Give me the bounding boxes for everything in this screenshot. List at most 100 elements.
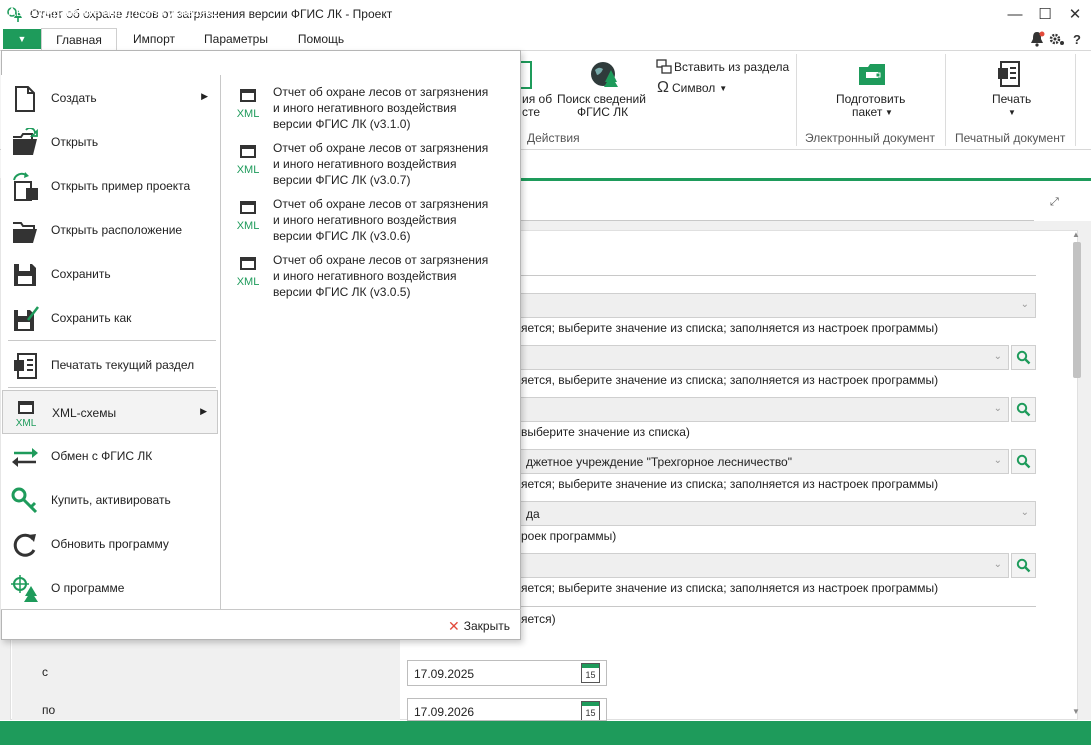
menu-item-create[interactable]: Создать ▶ <box>2 76 218 120</box>
menu-separator <box>8 387 216 388</box>
menu-item-print-section[interactable]: Печатать текущий раздел <box>2 343 218 387</box>
menu-item-save-as[interactable]: Сохранить как <box>2 296 218 340</box>
about-icon <box>11 575 38 602</box>
menu-item-label: Открыть <box>51 135 99 149</box>
combo-field-3[interactable]: ⌄ <box>520 397 1009 422</box>
menu-item-xml-schemas[interactable]: XML XML-схемы ▶ <box>2 390 218 434</box>
close-menu-button[interactable]: ✕ Закрыть <box>448 617 510 635</box>
prepare-package-button[interactable]: Подготовить пакет ▼ <box>820 56 922 126</box>
menu-item-label: XML-схемы <box>52 406 117 420</box>
print-section-icon <box>14 353 37 379</box>
maximize-button[interactable]: ☐ <box>1030 2 1060 26</box>
search-fgis-label-2: ФГИС ЛК <box>577 105 629 119</box>
print-button[interactable]: Печать ▼ <box>975 56 1045 126</box>
open-folder-icon <box>13 128 38 155</box>
bell-icon[interactable] <box>1028 30 1046 48</box>
chevron-down-icon: ▼ <box>1008 108 1016 117</box>
folder-icon <box>13 222 37 243</box>
collapse-arrows-icon[interactable]: ⤢ <box>1050 196 1059 209</box>
tab-import[interactable]: Импорт <box>124 28 184 50</box>
chevron-down-icon: ▼ <box>719 83 728 93</box>
search-button[interactable] <box>1011 397 1036 422</box>
search-button[interactable] <box>1011 449 1036 474</box>
combo-field-4[interactable]: джетное учреждение "Трехгорное лесничест… <box>520 449 1009 474</box>
combo-value: да <box>526 507 540 521</box>
symbol-button[interactable]: Ω Символ ▼ <box>657 79 727 97</box>
menu-separator <box>8 340 216 341</box>
status-bar <box>0 721 1091 745</box>
app-menu-header <box>2 51 520 75</box>
search-fgis-button[interactable]: Поиск сведений ФГИС ЛК <box>553 56 653 136</box>
svg-text:XML: XML <box>237 108 260 120</box>
xml-icon: XML <box>237 257 260 288</box>
menu-item-save[interactable]: Сохранить <box>2 252 218 296</box>
search-icon <box>1016 350 1031 365</box>
minimize-button[interactable]: — <box>1000 2 1030 26</box>
menu-item-about[interactable]: О программе <box>2 566 218 610</box>
menu-item-label: Сохранить <box>51 267 111 281</box>
field-hint: яется; выберите значение из списка; запо… <box>521 477 939 491</box>
app-menu-button[interactable]: ▼ <box>3 29 41 49</box>
omega-icon: Ω <box>657 79 669 96</box>
date-to-field[interactable]: 17.09.2026 15 <box>407 698 607 721</box>
new-document-icon <box>15 86 35 112</box>
chevron-right-icon: ▶ <box>200 406 207 416</box>
menu-item-label: Открыть пример проекта <box>51 179 191 193</box>
scroll-thumb[interactable] <box>1073 242 1081 378</box>
xml-schema-icon: XML <box>16 401 37 429</box>
ribbon-separator <box>796 54 797 146</box>
ribbon-separator <box>945 54 946 146</box>
print-group-label: Печатный документ <box>955 131 1066 145</box>
open-example-icon <box>13 172 38 201</box>
field-hint: роек программы) <box>521 529 617 543</box>
combo-field-5[interactable]: да ⌄ <box>520 501 1036 526</box>
date-from-field[interactable]: 17.09.2025 15 <box>407 660 607 686</box>
submenu-item-v306[interactable]: XML Отчет об охране лесов от загрязнения… <box>230 196 510 252</box>
menu-item-open-location[interactable]: Открыть расположение <box>2 208 218 252</box>
submenu-item-v307[interactable]: XML Отчет об охране лесов от загрязнения… <box>230 140 510 196</box>
scroll-down-icon[interactable]: ▼ <box>1072 707 1080 716</box>
search-icon <box>1016 454 1031 469</box>
menu-item-exchange[interactable]: Обмен с ФГИС ЛК <box>2 434 218 478</box>
calendar-icon[interactable]: 15 <box>581 701 600 720</box>
calendar-icon[interactable]: 15 <box>581 663 600 683</box>
combo-field-2[interactable]: ⌄ <box>520 345 1009 370</box>
insert-from-section-button[interactable]: Вставить из раздела <box>656 58 789 76</box>
divider <box>520 606 1036 607</box>
date-from-label: с <box>42 665 48 679</box>
search-icon <box>1016 558 1031 573</box>
chevron-down-icon: ⌄ <box>1020 299 1029 310</box>
chevron-down-icon: ▼ <box>885 108 893 117</box>
xml-icon: XML <box>237 89 260 120</box>
edoc-group-label: Электронный документ <box>805 131 936 145</box>
menu-item-buy-activate[interactable]: Купить, активировать <box>2 478 218 522</box>
submenu-item-text: Отчет об охране лесов от загрязнения и и… <box>273 85 489 131</box>
submenu-item-text: Отчет об охране лесов от загрязнения и и… <box>273 253 489 299</box>
insert-from-section-label: Вставить из раздела <box>674 59 790 74</box>
scroll-up-icon[interactable]: ▲ <box>1072 230 1080 239</box>
field-hint: выберите значение из списка) <box>521 425 690 439</box>
combo-field-6[interactable]: ⌄ <box>520 553 1009 578</box>
svg-text:XML: XML <box>237 276 260 288</box>
chevron-down-icon: ⌄ <box>993 455 1002 466</box>
search-button[interactable] <box>1011 345 1036 370</box>
menu-item-label: Открыть расположение <box>51 223 183 237</box>
menu-item-open[interactable]: Открыть <box>2 120 218 164</box>
gear-icon[interactable] <box>1048 30 1066 48</box>
ribbon-separator <box>1075 54 1076 146</box>
tab-parameters[interactable]: Параметры <box>196 28 276 50</box>
tab-main[interactable]: Главная <box>41 28 117 50</box>
chevron-right-icon: ▶ <box>201 91 208 101</box>
close-window-button[interactable]: ✕ <box>1060 2 1090 26</box>
help-icon[interactable]: ? <box>1068 30 1086 48</box>
combo-field-1[interactable]: ⌄ <box>520 293 1036 318</box>
menu-item-update[interactable]: Обновить программу <box>2 522 218 566</box>
date-labels-column <box>12 640 400 720</box>
submenu-item-v305[interactable]: XML Отчет об охране лесов от загрязнения… <box>230 252 510 308</box>
search-button[interactable] <box>1011 553 1036 578</box>
tab-help[interactable]: Помощь <box>288 28 354 50</box>
menu-item-open-example[interactable]: Открыть пример проекта <box>2 164 218 208</box>
field-hint: яется, выберите значение из списка; запо… <box>521 373 939 387</box>
chevron-down-icon: ⌄ <box>1020 507 1029 518</box>
submenu-item-v310[interactable]: XML Отчет об охране лесов от загрязнения… <box>230 84 510 140</box>
